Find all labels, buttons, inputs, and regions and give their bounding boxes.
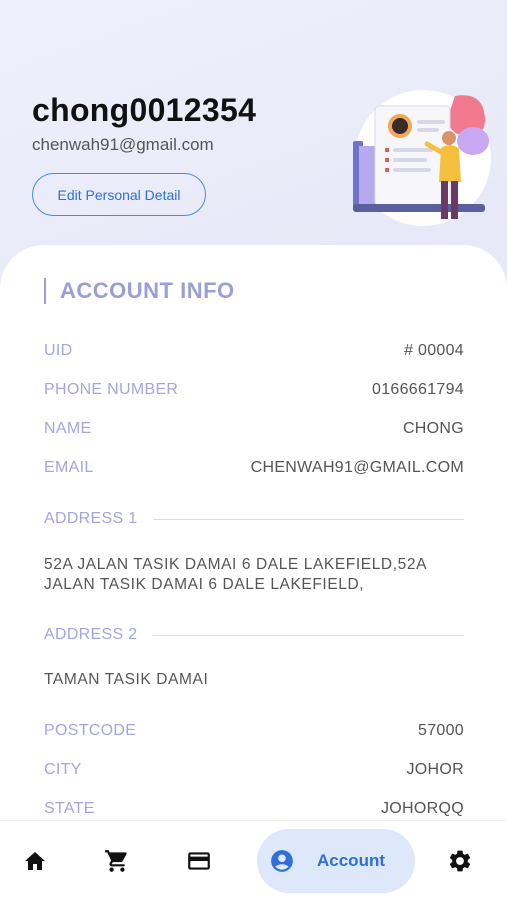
row-value: JOHORQQ bbox=[381, 800, 464, 817]
nav-settings[interactable] bbox=[440, 821, 480, 900]
address1-line: 52A JALAN TASIK DAMAI 6 DALE LAKEFIELD,5… bbox=[44, 556, 428, 573]
nav-account[interactable]: Account bbox=[257, 829, 415, 893]
profile-illustration bbox=[353, 90, 491, 226]
address1-header: ADDRESS 1 bbox=[44, 508, 464, 530]
row-value: # 00004 bbox=[404, 342, 464, 359]
row-label: POSTCODE bbox=[44, 722, 137, 739]
username: chong0012354 bbox=[32, 92, 257, 128]
address1-label: ADDRESS 1 bbox=[44, 510, 138, 527]
row-label: NAME bbox=[44, 420, 92, 437]
row-label: UID bbox=[44, 342, 73, 359]
info-row-postcode: POSTCODE 57000 bbox=[44, 720, 464, 742]
info-row-city: CITY JOHOR bbox=[44, 759, 464, 781]
row-label: CITY bbox=[44, 761, 82, 778]
account-icon bbox=[271, 850, 293, 872]
nav-payment[interactable] bbox=[179, 821, 219, 900]
row-label: EMAIL bbox=[44, 459, 94, 476]
info-row-uid: UID # 00004 bbox=[44, 340, 464, 362]
address1-value: 52A JALAN TASIK DAMAI 6 DALE LAKEFIELD,5… bbox=[44, 555, 474, 595]
divider bbox=[153, 634, 464, 636]
account-info-card: ACCOUNT INFO UID # 00004 PHONE NUMBER 01… bbox=[0, 245, 507, 900]
address2-label: ADDRESS 2 bbox=[44, 626, 138, 643]
card-icon bbox=[188, 852, 210, 870]
info-row-name: NAME CHONG bbox=[44, 418, 464, 440]
user-email: chenwah91@gmail.com bbox=[32, 135, 214, 154]
row-value: 57000 bbox=[418, 722, 464, 739]
row-label: PHONE NUMBER bbox=[44, 381, 179, 398]
gear-icon bbox=[449, 850, 471, 872]
nav-cart[interactable] bbox=[97, 821, 137, 900]
divider bbox=[153, 518, 464, 520]
row-label: STATE bbox=[44, 800, 95, 817]
home-icon bbox=[25, 852, 45, 870]
info-row-email: EMAIL CHENWAH91@GMAIL.COM bbox=[44, 457, 464, 479]
row-value: JOHOR bbox=[406, 761, 464, 778]
address1-line: JALAN TASIK DAMAI 6 DALE LAKEFIELD, bbox=[44, 576, 365, 593]
row-value: CHENWAH91@GMAIL.COM bbox=[250, 459, 464, 476]
section-title: ACCOUNT INFO bbox=[44, 278, 235, 304]
profile-header: chong0012354 chenwah91@gmail.com Edit Pe… bbox=[0, 0, 507, 260]
edit-personal-detail-button[interactable]: Edit Personal Detail bbox=[32, 173, 206, 216]
address2-header: ADDRESS 2 bbox=[44, 624, 464, 646]
info-row-state: STATE JOHORQQ bbox=[44, 798, 464, 820]
address2-value: TAMAN TASIK DAMAI bbox=[44, 671, 209, 688]
row-value: CHONG bbox=[402, 420, 464, 437]
cart-icon bbox=[105, 850, 127, 872]
nav-account-label: Account bbox=[317, 851, 385, 870]
info-row-phone: PHONE NUMBER 0166661794 bbox=[44, 379, 464, 401]
nav-home[interactable] bbox=[15, 821, 55, 900]
bottom-navigation: Account bbox=[0, 820, 507, 900]
row-value: 0166661794 bbox=[372, 381, 464, 398]
